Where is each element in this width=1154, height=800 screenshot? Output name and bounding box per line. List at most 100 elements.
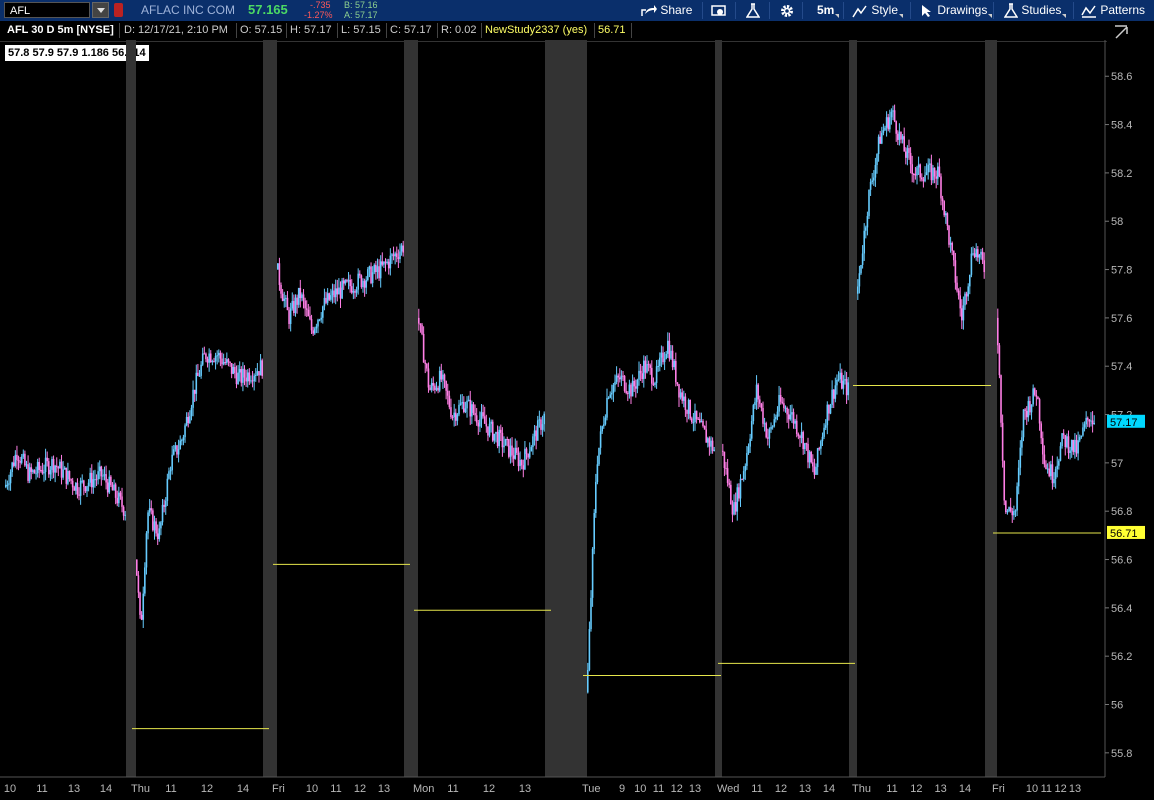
candle-body (530, 447, 533, 452)
flask-button[interactable] (745, 0, 761, 21)
study-value: 56.71 (598, 24, 626, 36)
info-separator (437, 23, 438, 38)
candle-body (1009, 507, 1012, 512)
y-tick-label: 56 (1111, 700, 1123, 712)
candle-body (812, 462, 814, 467)
collapse-icon[interactable] (1112, 22, 1130, 40)
candle-body (1067, 436, 1070, 454)
candle-body (770, 426, 772, 430)
candle-body (746, 453, 748, 466)
candle-body (615, 375, 618, 382)
candle-body (951, 242, 953, 251)
candle-body (683, 396, 685, 401)
candle-body (1029, 401, 1031, 413)
candle-body (1046, 468, 1049, 470)
candle-body (845, 379, 848, 396)
candle-body (211, 361, 214, 363)
candle-body (198, 375, 201, 377)
candle-body (442, 374, 444, 380)
candle-body (24, 453, 26, 466)
candle-body (700, 420, 703, 423)
candle-body (482, 412, 484, 417)
symbol-dropdown-button[interactable] (92, 2, 109, 18)
study-name: NewStudy2337 (yes) (485, 24, 588, 36)
candle-body (467, 399, 470, 401)
candle-body (633, 380, 635, 387)
candle-body (250, 380, 252, 382)
studies-label: Studies (1021, 3, 1062, 17)
candle-body (781, 401, 784, 404)
candle-body (35, 473, 37, 475)
candle-body (948, 225, 950, 245)
y-tick-label: 57.8 (1111, 265, 1132, 277)
candle-body (1040, 423, 1042, 439)
candle-body (485, 423, 488, 427)
candle-body (426, 363, 428, 369)
candle-body (169, 470, 172, 472)
hour-label: 11 (330, 783, 341, 795)
candle-body (328, 293, 331, 300)
candle-body (339, 287, 342, 299)
patterns-label: Patterns (1100, 3, 1146, 17)
candle-body (38, 461, 41, 471)
candle-body (713, 449, 715, 451)
y-tick-label: 57.4 (1111, 361, 1132, 373)
candle-body (221, 358, 223, 365)
candle-body (1056, 465, 1059, 470)
candle-body (786, 407, 788, 415)
candle-body (286, 297, 289, 311)
candle-body (901, 136, 904, 140)
candle-body (961, 308, 963, 321)
candle-body (665, 353, 667, 359)
candle-body (17, 459, 20, 461)
timeframe-button[interactable]: 5m (817, 0, 840, 21)
candle-body (86, 486, 88, 492)
candle-body (65, 467, 68, 484)
candle-body (217, 352, 220, 356)
candle-body (54, 465, 56, 473)
candle-body (379, 261, 382, 279)
candle-body (73, 487, 76, 491)
candle-body (184, 425, 186, 438)
candle-body (789, 414, 792, 420)
candle-body (506, 439, 509, 441)
toolbar-separator (702, 2, 703, 19)
candle-body (177, 449, 180, 455)
candle-body (1085, 417, 1087, 425)
candle-body (450, 407, 452, 417)
candle-body (365, 280, 368, 288)
style-button[interactable]: Style (852, 0, 904, 21)
candle-body (383, 261, 385, 265)
patterns-button[interactable]: Patterns (1081, 0, 1145, 21)
drawings-button[interactable]: Drawings (920, 0, 993, 21)
candle-body (87, 482, 90, 487)
hour-label: 9 (619, 783, 625, 795)
candle-body (831, 389, 833, 405)
candle-body (362, 280, 364, 288)
candle-body (44, 457, 47, 472)
symbol-input[interactable]: AFL (4, 2, 90, 18)
candle-body (1053, 479, 1055, 484)
settings-button[interactable] (779, 0, 795, 21)
candle-body (1016, 486, 1018, 511)
candle-body (285, 297, 287, 299)
y-tick-label: 58.2 (1111, 168, 1132, 180)
link-icon[interactable] (114, 3, 123, 17)
candle-body (122, 506, 125, 516)
candle-body (78, 494, 80, 496)
screen-button[interactable] (711, 0, 727, 21)
studies-button[interactable]: Studies (1003, 0, 1067, 21)
price-chart[interactable]: 55.85656.256.456.656.85757.257.457.657.8… (0, 40, 1154, 800)
hour-label: 11 (1041, 783, 1052, 795)
day-label: Thu (852, 783, 871, 795)
candle-body (150, 508, 153, 511)
candle-body (1088, 419, 1091, 422)
candle-body (299, 287, 302, 298)
candle-body (347, 279, 350, 282)
candle-body (980, 251, 982, 255)
candle-body (370, 266, 372, 284)
candle-body (1000, 375, 1002, 423)
candle-body (631, 380, 634, 397)
candle-body (619, 377, 621, 380)
share-button[interactable]: Share (641, 0, 692, 21)
